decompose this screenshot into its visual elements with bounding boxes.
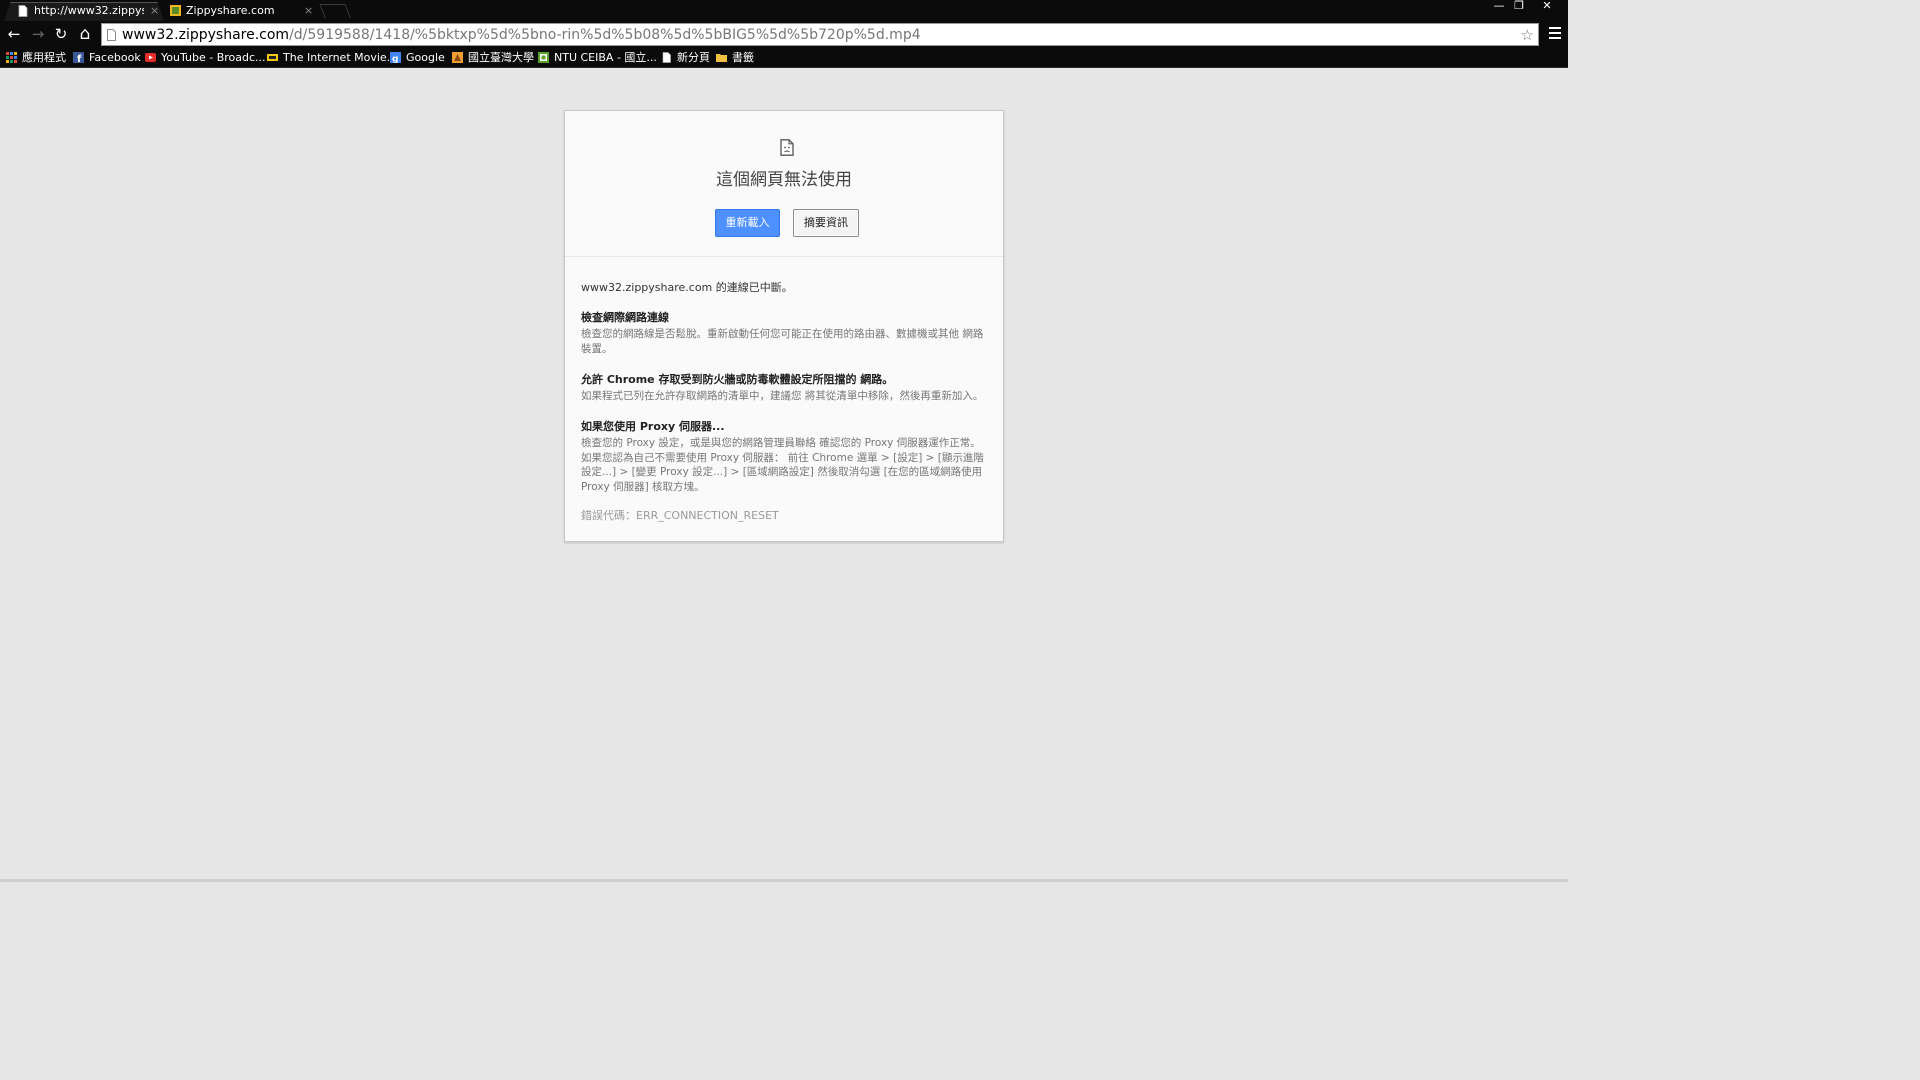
bookmark-label: 書籤 (732, 51, 754, 64)
apps-grid-icon (6, 52, 17, 63)
reload-page-button[interactable]: 重新載入 (715, 209, 780, 237)
bookmark-label: NTU CEIBA - 國立... (554, 51, 657, 64)
page-icon (18, 5, 28, 17)
bookmark-label: YouTube - Broadc... (161, 51, 266, 64)
status-strip (0, 879, 1568, 882)
new-tab-button[interactable] (319, 4, 351, 18)
folder-icon (716, 54, 727, 62)
bookmark-new-tab[interactable]: 新分頁 (661, 50, 711, 66)
section-heading: 如果您使用 Proxy 伺服器... (581, 420, 725, 433)
bookmark-apps[interactable]: 應用程式 (6, 50, 66, 66)
imdb-icon (267, 54, 278, 61)
section-body: 如果程式已列在允許存取網路的清單中，建議您 將其從清單中移除，然後再重新加入。 (581, 390, 984, 402)
home-button[interactable]: ⌂ (76, 25, 94, 43)
bookmark-ceiba[interactable]: NTU CEIBA - 國立... (538, 50, 657, 66)
bookmark-label: The Internet Movie... (283, 51, 398, 64)
tab-close-icon[interactable]: × (150, 2, 159, 19)
page-icon (662, 52, 671, 63)
tab-zippyshare[interactable]: Zippyshare.com × (156, 2, 322, 21)
back-button[interactable]: ← (5, 25, 23, 43)
facebook-icon: f (73, 52, 84, 63)
sad-page-icon (780, 139, 794, 156)
zippyshare-favicon-icon (170, 5, 181, 16)
bookmarks-bar: 應用程式 f Facebook YouTube - Broadc... The … (0, 48, 1568, 68)
error-header: 這個網頁無法使用 重新載入 摘要資訊 (565, 111, 1003, 257)
bookmark-label: Facebook (89, 51, 141, 64)
bookmark-imdb[interactable]: The Internet Movie... (267, 50, 397, 66)
url-path: /d/5919588/1418/%5bktxp%5d%5bno-rin%5d%5… (289, 27, 921, 43)
tab-title: http://www32.zippyshar (34, 4, 144, 17)
browser-toolbar: ← → ↻ ⌂ www32.zippyshare.com/d/5919588/1… (0, 21, 1568, 48)
section-body: 檢查您的網路線是否鬆脫。重新啟動任何您可能正在使用的路由器、數據機或其他 網路裝… (581, 328, 984, 355)
bookmark-label: Google (406, 51, 445, 64)
minimize-icon[interactable]: — (1489, 0, 1509, 14)
section-heading: 允許 Chrome 存取受到防火牆或防毒軟體設定所阻擋的 網路。 (581, 373, 894, 386)
section-heading: 檢查網際網路連線 (581, 311, 669, 324)
bookmark-google[interactable]: g Google (390, 50, 446, 66)
section-body: 檢查您的 Proxy 設定，或是與您的網路管理員聯絡 確認您的 Proxy 伺服… (581, 437, 984, 493)
svg-text:g: g (392, 55, 398, 64)
bookmark-facebook[interactable]: f Facebook (73, 50, 141, 66)
bookmark-label: 國立臺灣大學 (468, 51, 534, 64)
tab-close-icon[interactable]: × (304, 2, 313, 19)
svg-text:f: f (77, 54, 82, 63)
forward-button[interactable]: → (29, 25, 47, 43)
google-icon: g (390, 52, 401, 63)
error-title: 這個網頁無法使用 (716, 170, 852, 190)
reload-button[interactable]: ↻ (52, 25, 70, 43)
address-bar[interactable]: www32.zippyshare.com/d/5919588/1418/%5bk… (101, 23, 1539, 46)
chrome-menu-icon[interactable] (1549, 27, 1561, 42)
window-close-icon[interactable]: ✕ (1537, 0, 1557, 14)
url-host: www32.zippyshare.com (122, 27, 290, 43)
error-code: 錯誤代碼：ERR_CONNECTION_RESET (581, 509, 779, 522)
ceiba-icon (538, 52, 549, 63)
youtube-icon (145, 53, 156, 62)
bookmark-ntu[interactable]: 國立臺灣大學 (452, 50, 534, 66)
bookmark-label: 應用程式 (22, 51, 66, 64)
tab-strip: http://www32.zippyshar × Zippyshare.com … (0, 0, 1568, 21)
restore-icon[interactable]: ❐ (1509, 0, 1529, 14)
error-intro: www32.zippyshare.com 的連線已中斷。 (581, 281, 793, 294)
bookmark-youtube[interactable]: YouTube - Broadc... (145, 50, 266, 66)
bookmark-label: 新分頁 (677, 51, 710, 64)
bookmark-star-icon[interactable]: ☆ (1521, 26, 1534, 44)
tab-title: Zippyshare.com (186, 4, 275, 17)
details-button[interactable]: 摘要資訊 (793, 209, 859, 237)
error-card: 這個網頁無法使用 重新載入 摘要資訊 www32.zippyshare.com … (564, 110, 1004, 542)
tab-zippyshare-file[interactable]: http://www32.zippyshar × (4, 2, 164, 21)
ntu-icon (452, 52, 463, 63)
bookmark-folder[interactable]: 書籤 (716, 50, 756, 66)
page-info-icon[interactable] (107, 29, 116, 41)
url-text[interactable]: www32.zippyshare.com/d/5919588/1418/%5bk… (122, 27, 921, 43)
